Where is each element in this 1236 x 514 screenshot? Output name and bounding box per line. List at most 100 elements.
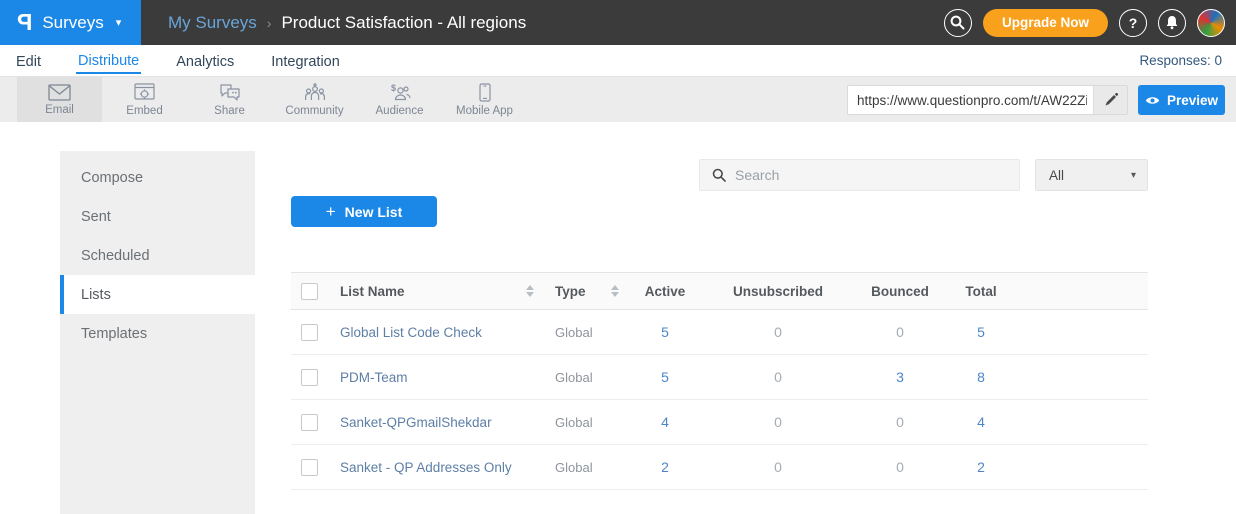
- toolbar-item-share[interactable]: Share: [187, 77, 272, 122]
- filter-value: All: [1049, 168, 1064, 183]
- toolbar-label: Community: [285, 105, 343, 117]
- sort-icon[interactable]: [611, 285, 621, 297]
- active-count-link[interactable]: 5: [636, 324, 694, 340]
- chevron-down-icon: ▾: [116, 16, 122, 29]
- sidebar-item-lists[interactable]: Lists: [60, 275, 255, 314]
- bounced-count: 0: [862, 459, 938, 475]
- product-label: Surveys: [42, 13, 103, 33]
- preview-button[interactable]: Preview: [1138, 85, 1225, 115]
- breadcrumb-separator: ›: [267, 15, 272, 31]
- search-input[interactable]: [735, 167, 1019, 183]
- table-row: PDM-Team Global 5 0 3 8: [291, 355, 1148, 400]
- tab-analytics[interactable]: Analytics: [174, 49, 236, 73]
- edit-url-button[interactable]: [1093, 86, 1127, 114]
- row-checkbox[interactable]: [301, 414, 318, 431]
- toolbar-right: Preview: [847, 85, 1225, 115]
- distribute-toolbar: Email Embed Share: [0, 76, 1236, 122]
- surveys-menu[interactable]: P Surveys ▾: [0, 0, 141, 45]
- row-checkbox[interactable]: [301, 459, 318, 476]
- breadcrumb-current-survey: Product Satisfaction - All regions: [281, 13, 526, 33]
- table-row: Sanket-QPGmailShekdar Global 4 0 0 4: [291, 400, 1148, 445]
- sidebar-item-scheduled[interactable]: Scheduled: [60, 236, 255, 275]
- tab-edit[interactable]: Edit: [14, 49, 43, 73]
- search-box: [699, 159, 1020, 191]
- lists-panel: All ▾ + New List List Name: [255, 151, 1160, 514]
- bell-icon: [1165, 15, 1179, 30]
- email-envelope-icon: [48, 84, 71, 101]
- lists-table: List Name Type Active Unsubscribed Bounc…: [291, 272, 1148, 490]
- active-count-link[interactable]: 5: [636, 369, 694, 385]
- survey-url-input[interactable]: [848, 86, 1093, 114]
- chevron-down-icon: ▾: [1131, 170, 1136, 181]
- toolbar-item-community[interactable]: Community: [272, 77, 357, 122]
- column-header-total: Total: [938, 284, 1024, 299]
- tab-distribute[interactable]: Distribute: [76, 48, 141, 74]
- list-filter-dropdown[interactable]: All ▾: [1035, 159, 1148, 191]
- column-header-type[interactable]: Type: [536, 284, 636, 299]
- column-header-list-name[interactable]: List Name: [331, 284, 536, 299]
- list-name-link[interactable]: PDM-Team: [331, 370, 536, 385]
- svg-text:$: $: [391, 83, 396, 93]
- sort-icon[interactable]: [526, 285, 536, 297]
- list-type: Global: [536, 460, 636, 475]
- search-icon: [712, 168, 726, 182]
- content-area: Compose Sent Scheduled Lists Templates A…: [60, 151, 1160, 514]
- tab-integration[interactable]: Integration: [269, 49, 342, 73]
- header-actions: Upgrade Now ?: [944, 0, 1225, 45]
- new-list-button[interactable]: + New List: [291, 196, 437, 227]
- header-checkbox-cell: [291, 283, 331, 300]
- list-type: Global: [536, 415, 636, 430]
- type-header-label: Type: [555, 284, 586, 299]
- audience-dollar-icon: $: [388, 83, 411, 102]
- list-name-link[interactable]: Global List Code Check: [331, 325, 536, 340]
- list-type: Global: [536, 370, 636, 385]
- row-checkbox[interactable]: [301, 324, 318, 341]
- sidebar-item-compose[interactable]: Compose: [60, 158, 255, 197]
- search-icon: [950, 15, 965, 30]
- breadcrumb-my-surveys[interactable]: My Surveys: [168, 13, 257, 33]
- total-count-link[interactable]: 5: [938, 324, 1024, 340]
- questionpro-logo-icon: P: [17, 9, 32, 36]
- bounced-count: 0: [862, 414, 938, 430]
- total-count-link[interactable]: 8: [938, 369, 1024, 385]
- mobile-phone-icon: [479, 83, 491, 102]
- account-avatar[interactable]: [1197, 9, 1225, 37]
- search-button[interactable]: [944, 9, 972, 37]
- community-people-icon: [304, 83, 326, 102]
- list-type: Global: [536, 325, 636, 340]
- plus-icon: +: [326, 203, 336, 220]
- total-count-link[interactable]: 2: [938, 459, 1024, 475]
- unsubscribed-count: 0: [694, 324, 862, 340]
- preview-label: Preview: [1167, 93, 1218, 108]
- toolbar-item-audience[interactable]: $ Audience: [357, 77, 442, 122]
- bounced-count[interactable]: 3: [862, 369, 938, 385]
- table-row: Global List Code Check Global 5 0 0 5: [291, 310, 1148, 355]
- sidebar-item-templates[interactable]: Templates: [60, 314, 255, 353]
- toolbar-label: Audience: [376, 105, 424, 117]
- embed-browser-icon: [134, 83, 155, 102]
- sidebar-item-sent[interactable]: Sent: [60, 197, 255, 236]
- list-name-link[interactable]: Sanket - QP Addresses Only: [331, 460, 536, 475]
- total-count-link[interactable]: 4: [938, 414, 1024, 430]
- breadcrumb: My Surveys › Product Satisfaction - All …: [168, 13, 526, 33]
- eye-icon: [1145, 95, 1160, 106]
- active-count-link[interactable]: 2: [636, 459, 694, 475]
- row-checkbox[interactable]: [301, 369, 318, 386]
- select-all-checkbox[interactable]: [301, 283, 318, 300]
- toolbar-item-email[interactable]: Email: [17, 77, 102, 122]
- toolbar-item-embed[interactable]: Embed: [102, 77, 187, 122]
- pencil-icon: [1104, 93, 1118, 107]
- upgrade-now-button[interactable]: Upgrade Now: [983, 9, 1108, 37]
- active-count-link[interactable]: 4: [636, 414, 694, 430]
- bounced-count: 0: [862, 324, 938, 340]
- toolbar-item-mobile-app[interactable]: Mobile App: [442, 77, 527, 122]
- column-header-unsubscribed: Unsubscribed: [694, 284, 862, 299]
- unsubscribed-count: 0: [694, 414, 862, 430]
- unsubscribed-count: 0: [694, 369, 862, 385]
- responses-count[interactable]: Responses: 0: [1139, 53, 1222, 68]
- help-button[interactable]: ?: [1119, 9, 1147, 37]
- list-name-link[interactable]: Sanket-QPGmailShekdar: [331, 415, 536, 430]
- survey-url-box: [847, 85, 1128, 115]
- notifications-button[interactable]: [1158, 9, 1186, 37]
- table-row: Sanket - QP Addresses Only Global 2 0 0 …: [291, 445, 1148, 490]
